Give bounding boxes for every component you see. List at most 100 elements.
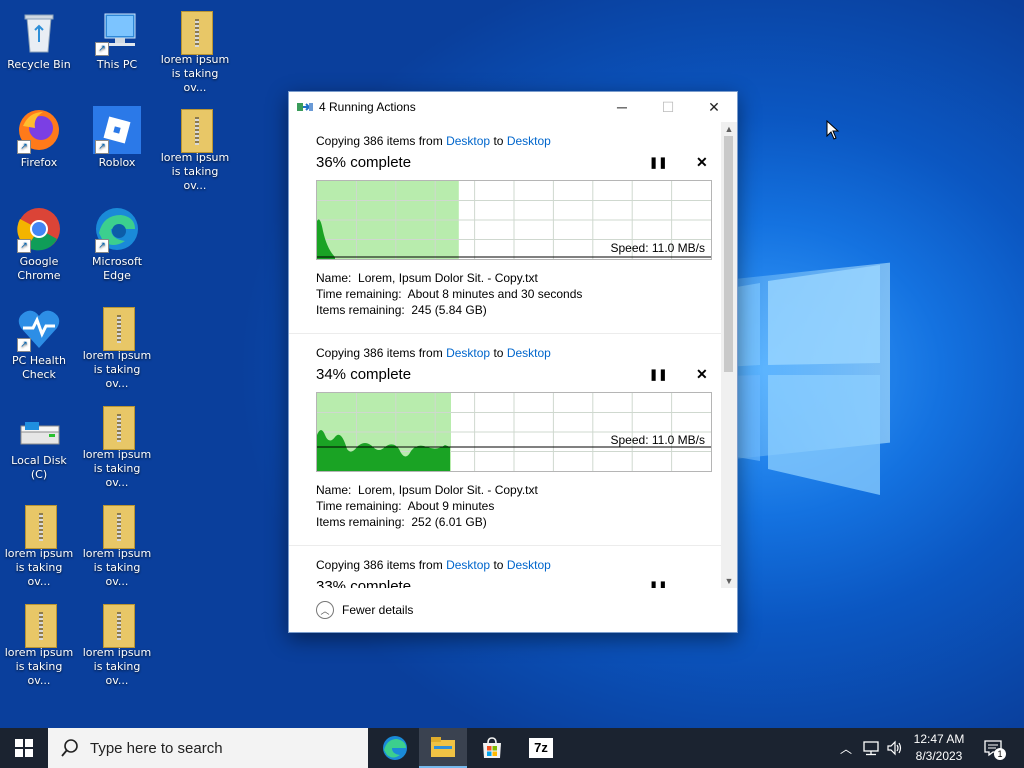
- taskbar-7zip-button[interactable]: 7z: [517, 728, 565, 768]
- dialog-scrollbar[interactable]: ▲ ▼: [721, 122, 737, 588]
- fewer-details-button[interactable]: Fewer details: [342, 603, 413, 617]
- desktop-icon-pc-health-check[interactable]: ↗ PC Health Check: [3, 304, 75, 382]
- operation-description: Copying 386 items from Desktop to Deskto…: [316, 346, 551, 360]
- close-button[interactable]: ✕: [691, 92, 737, 122]
- desktop-icon-folder[interactable]: lorem ipsum is taking ov...: [159, 8, 231, 95]
- items-remaining: 245 (5.84 GB): [411, 303, 487, 317]
- clock-date: 8/3/2023: [915, 749, 963, 763]
- desktop-icon-folder[interactable]: lorem ipsum is taking ov...: [3, 502, 75, 589]
- dialog-titlebar[interactable]: 4 Running Actions ─ ☐ ✕: [289, 92, 737, 122]
- percent-complete: 34% complete: [316, 366, 412, 383]
- scroll-up-arrow-icon[interactable]: ▲: [721, 124, 737, 134]
- operation-item: Copying 386 items from Desktop to Deskto…: [289, 546, 721, 588]
- chevron-up-icon[interactable]: ︿: [316, 601, 334, 619]
- file-name: Lorem, Ipsum Dolor Sit. - Copy.txt: [358, 271, 538, 285]
- taskbar-store-button[interactable]: [468, 728, 516, 768]
- destination-link[interactable]: Desktop: [507, 134, 551, 148]
- pc-health-icon: ↗: [15, 304, 63, 352]
- notification-count-badge: 1: [994, 748, 1006, 760]
- percent-complete: 33% complete: [316, 578, 412, 588]
- show-hidden-icons-button[interactable]: ︿: [836, 728, 856, 768]
- desktop-icon-label: Firefox: [20, 156, 58, 169]
- taskbar-clock[interactable]: 12:47 AM 8/3/2023: [906, 731, 972, 765]
- taskbar-file-explorer-button[interactable]: [419, 728, 467, 768]
- scrollbar-thumb[interactable]: [724, 136, 733, 372]
- operations-list[interactable]: Copying 386 items from Desktop to Deskto…: [289, 122, 721, 588]
- time-remaining: About 9 minutes: [407, 499, 495, 513]
- windows-start-icon: [15, 739, 33, 757]
- desktop-icon-label: lorem ipsum is taking ov...: [82, 547, 152, 588]
- pause-button[interactable]: ❚❚: [649, 368, 667, 381]
- shortcut-arrow-icon: ↗: [95, 140, 109, 154]
- progress-graph: Speed: 11.0 MB/s: [316, 392, 712, 472]
- desktop-icon-folder[interactable]: lorem ipsum is taking ov...: [159, 106, 231, 193]
- mouse-cursor-icon: [826, 120, 840, 140]
- desktop-icon-folder[interactable]: lorem ipsum is taking ov...: [81, 304, 153, 391]
- dialog-title: 4 Running Actions: [319, 100, 416, 114]
- desktop-icon-microsoft-edge[interactable]: ↗ Microsoft Edge: [81, 205, 153, 283]
- pause-button[interactable]: ❚❚: [649, 580, 667, 588]
- desktop-icon-label: Google Chrome: [17, 255, 61, 282]
- operation-description: Copying 386 items from Desktop to Deskto…: [316, 134, 551, 148]
- source-link[interactable]: Desktop: [446, 134, 490, 148]
- source-link[interactable]: Desktop: [446, 558, 490, 572]
- desktop-icon-roblox[interactable]: ↗ Roblox: [81, 106, 153, 170]
- desktop-icon-this-pc[interactable]: ↗ This PC: [81, 8, 153, 72]
- items-remaining-label: Items remaining:: [316, 303, 405, 317]
- desktop-icon-recycle-bin[interactable]: Recycle Bin: [3, 8, 75, 72]
- chevron-up-icon: ︿: [839, 741, 852, 756]
- firefox-icon: ↗: [15, 106, 63, 154]
- to-text: to: [493, 558, 504, 572]
- destination-link[interactable]: Desktop: [507, 558, 551, 572]
- desktop-icon-folder[interactable]: lorem ipsum is taking ov...: [3, 601, 75, 688]
- copying-text: Copying 386 items from: [316, 558, 443, 572]
- cancel-operation-button[interactable]: ✕: [696, 366, 708, 383]
- scroll-down-arrow-icon[interactable]: ▼: [721, 576, 737, 586]
- folder-icon: [99, 604, 135, 648]
- desktop-icon-local-disk[interactable]: Local Disk (C): [3, 418, 75, 482]
- items-remaining-label: Items remaining:: [316, 515, 405, 529]
- network-button[interactable]: [860, 728, 882, 768]
- desktop-icon-folder[interactable]: lorem ipsum is taking ov...: [81, 502, 153, 589]
- pause-button[interactable]: ❚❚: [649, 156, 667, 169]
- desktop-icon-folder[interactable]: lorem ipsum is taking ov...: [81, 601, 153, 688]
- shortcut-arrow-icon: ↗: [95, 239, 109, 253]
- volume-button[interactable]: [884, 728, 906, 768]
- chrome-icon: ↗: [15, 205, 63, 253]
- folder-icon: [177, 11, 213, 55]
- microsoft-store-icon: [483, 737, 501, 758]
- desktop-icon-label: lorem ipsum is taking ov...: [160, 53, 230, 94]
- desktop-icon-label: Local Disk (C): [11, 454, 67, 481]
- recycle-bin-icon: [15, 8, 63, 56]
- speaker-icon: [887, 740, 902, 756]
- minimize-button[interactable]: ─: [599, 92, 645, 122]
- action-center-button[interactable]: 1: [980, 728, 1006, 768]
- time-remaining: About 8 minutes and 30 seconds: [407, 287, 583, 301]
- file-explorer-icon: [431, 737, 455, 757]
- copy-operation-icon: [297, 100, 313, 114]
- name-label: Name:: [316, 483, 352, 497]
- time-remaining-label: Time remaining:: [316, 499, 402, 513]
- copying-text: Copying 386 items from: [316, 346, 443, 360]
- edge-icon: ↗: [93, 205, 141, 253]
- file-operation-dialog[interactable]: 4 Running Actions ─ ☐ ✕ Copying 386 item…: [288, 91, 738, 633]
- edge-icon: [383, 736, 407, 760]
- copying-text: Copying 386 items from: [316, 134, 443, 148]
- file-name: Lorem, Ipsum Dolor Sit. - Copy.txt: [358, 483, 538, 497]
- taskbar-search-box[interactable]: Type here to search: [48, 728, 368, 768]
- source-link[interactable]: Desktop: [446, 346, 490, 360]
- folder-icon: [177, 109, 213, 153]
- desktop-icon-firefox[interactable]: ↗ Firefox: [3, 106, 75, 170]
- percent-complete: 36% complete: [316, 154, 412, 171]
- desktop-icon-label: PC Health Check: [12, 354, 66, 381]
- to-text: to: [493, 346, 504, 360]
- roblox-icon: ↗: [93, 106, 141, 154]
- cancel-operation-button[interactable]: ✕: [696, 154, 708, 171]
- desktop-icon-folder[interactable]: lorem ipsum is taking ov...: [81, 403, 153, 490]
- desktop-icon-google-chrome[interactable]: ↗ Google Chrome: [3, 205, 75, 283]
- destination-link[interactable]: Desktop: [507, 346, 551, 360]
- maximize-button[interactable]: ☐: [645, 92, 691, 122]
- taskbar-edge-button[interactable]: [371, 728, 419, 768]
- desktop-icon-label: lorem ipsum is taking ov...: [4, 646, 74, 687]
- start-button[interactable]: [0, 728, 48, 768]
